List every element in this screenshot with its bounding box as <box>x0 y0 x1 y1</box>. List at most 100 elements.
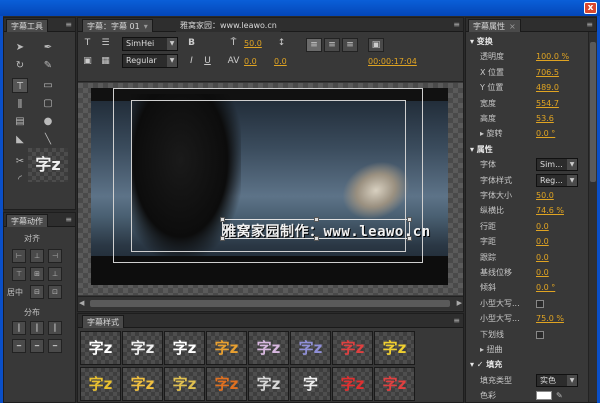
property-checkbox[interactable] <box>536 299 544 308</box>
property-value[interactable]: 0.0 <box>536 250 549 265</box>
align-center-icon[interactable]: ⊥ <box>30 249 44 263</box>
property-section[interactable]: ▾ 变换 <box>466 34 586 49</box>
pen-tool-icon[interactable]: ✒ <box>40 40 56 55</box>
resize-handle[interactable] <box>220 236 225 241</box>
resize-handle[interactable] <box>407 217 412 222</box>
panel-menu-icon[interactable]: ≡ <box>65 216 72 224</box>
eyedropper-icon[interactable]: ✎ <box>556 388 563 403</box>
background-video-icon[interactable]: ▦ <box>98 54 113 68</box>
templates-icon[interactable]: ▣ <box>80 54 95 68</box>
style-swatch[interactable]: 字z <box>332 331 373 365</box>
style-swatch[interactable]: 字z <box>248 331 289 365</box>
property-value[interactable]: 53.6 <box>536 111 554 126</box>
scroll-thumb[interactable] <box>590 42 596 182</box>
property-value[interactable]: 0.0 <box>536 265 549 280</box>
style-swatch[interactable]: 字z <box>206 331 247 365</box>
center-horizontal-icon[interactable]: ⊟ <box>30 285 44 299</box>
style-swatch[interactable]: 字 <box>290 367 331 401</box>
style-swatch[interactable]: 字z <box>290 331 331 365</box>
distribute-top-icon[interactable]: ━ <box>12 339 26 353</box>
panel-menu-icon[interactable]: ≡ <box>65 21 72 29</box>
text-bounding-box[interactable] <box>220 217 412 241</box>
path-type-icon[interactable]: ▤ <box>12 114 28 129</box>
property-value[interactable]: 50.0 <box>536 188 554 203</box>
property-value[interactable]: 0.0 ° <box>536 280 555 295</box>
style-swatch[interactable]: 字z <box>374 367 415 401</box>
property-value[interactable]: 554.7 <box>536 96 559 111</box>
style-swatch[interactable]: 字z <box>122 367 163 401</box>
vertical-scrollbar[interactable] <box>588 32 597 402</box>
property-value[interactable]: 74.6 % <box>536 203 564 218</box>
align-bottom-icon[interactable]: ⊥ <box>48 267 62 281</box>
align-top-icon[interactable]: ⊤ <box>12 267 26 281</box>
align-text-center-button[interactable]: ≡ <box>324 38 340 52</box>
selection-tool-icon[interactable]: ➤ <box>12 40 28 55</box>
close-icon[interactable]: × <box>509 22 516 31</box>
align-middle-icon[interactable]: ⊞ <box>30 267 44 281</box>
style-swatch[interactable]: 字z <box>164 331 205 365</box>
ellipse-tool-icon[interactable]: ● <box>40 114 56 129</box>
kerning-value[interactable]: 0.0 <box>244 57 257 66</box>
property-section[interactable]: ▾ 属性 <box>466 142 586 157</box>
property-checkbox[interactable] <box>536 330 544 339</box>
resize-handle[interactable] <box>314 217 319 222</box>
property-select[interactable]: Sim... ▼ <box>536 158 578 172</box>
align-right-icon[interactable]: ⊣ <box>48 249 62 263</box>
style-swatch[interactable]: 字z <box>332 367 373 401</box>
scroll-thumb[interactable] <box>90 300 450 307</box>
center-vertical-icon[interactable]: ⊡ <box>48 285 62 299</box>
show-video-icon[interactable]: ▣ <box>368 38 384 52</box>
align-text-right-button[interactable]: ≡ <box>342 38 358 52</box>
bold-button[interactable]: B <box>184 36 199 50</box>
distribute-left-icon[interactable]: ┃ <box>12 321 26 335</box>
rounded-rect-icon[interactable]: ▢ <box>40 96 56 111</box>
font-size-value[interactable]: 50.0 <box>244 39 262 48</box>
arc-tool-icon[interactable]: ◜ <box>12 172 28 187</box>
area-type-icon[interactable]: ▭ <box>40 78 56 93</box>
property-value[interactable]: 706.5 <box>536 65 559 80</box>
resize-handle[interactable] <box>407 236 412 241</box>
property-value[interactable]: 75.0 % <box>536 311 564 326</box>
panel-menu-icon[interactable]: ≡ <box>586 21 593 29</box>
rotate-tool-icon[interactable]: ↻ <box>12 58 28 73</box>
scroll-left-icon[interactable]: ◀ <box>79 299 84 307</box>
panel-menu-icon[interactable]: ≡ <box>453 21 460 29</box>
distribute-middle-icon[interactable]: ━ <box>30 339 44 353</box>
style-swatch[interactable]: 字z <box>122 331 163 365</box>
style-swatch[interactable]: 字z <box>206 367 247 401</box>
style-swatch[interactable]: 字z <box>164 367 205 401</box>
tab-tools[interactable]: 字幕工具 <box>6 19 48 32</box>
add-anchor-icon[interactable]: ✎ <box>40 58 56 73</box>
property-value[interactable]: 0.0 <box>536 234 549 249</box>
property-value[interactable]: 0.0 ° <box>536 126 555 141</box>
style-swatch[interactable]: 字z <box>80 331 121 365</box>
timecode-value[interactable]: 00:00:17:04 <box>368 57 417 66</box>
property-value[interactable]: 0.0 <box>536 219 549 234</box>
property-value[interactable]: 100.0 % <box>536 49 569 64</box>
panel-menu-icon[interactable]: ≡ <box>453 317 460 325</box>
tab-styles[interactable]: 字幕样式 <box>82 315 124 328</box>
type-tool-icon[interactable]: T <box>12 78 28 93</box>
underline-button[interactable]: U <box>200 54 215 68</box>
align-left-icon[interactable]: ⊢ <box>12 249 26 263</box>
clip-tool-icon[interactable]: ✂ <box>12 154 28 169</box>
title-canvas[interactable]: 雅窝家园制作：www.leawo.cn <box>78 83 463 295</box>
italic-button[interactable]: I <box>184 54 199 68</box>
line-tool-icon[interactable]: ╲ <box>40 132 56 147</box>
font-style-select[interactable]: Regular ▼ <box>122 54 178 68</box>
resize-handle[interactable] <box>314 236 319 241</box>
distribute-bottom-icon[interactable]: ━ <box>48 339 62 353</box>
align-text-left-button[interactable]: ≡ <box>306 38 322 52</box>
new-title-icon[interactable]: T <box>80 36 95 50</box>
vertical-type-icon[interactable]: ǁ <box>12 96 28 111</box>
font-family-select[interactable]: SimHei ▼ <box>122 37 178 51</box>
resize-handle[interactable] <box>220 217 225 222</box>
color-swatch[interactable] <box>536 391 552 401</box>
roll-crawl-icon[interactable]: ☰ <box>98 36 113 50</box>
property-section[interactable]: ▾ ✓ 填充 <box>466 357 586 372</box>
property-select[interactable]: Reg... ▼ <box>536 173 578 187</box>
close-button[interactable]: x <box>584 2 597 14</box>
tab-title-01[interactable]: 字幕：字幕 01 ▾ <box>82 19 153 32</box>
property-value[interactable]: 489.0 <box>536 80 559 95</box>
distribute-center-icon[interactable]: ┃ <box>30 321 44 335</box>
